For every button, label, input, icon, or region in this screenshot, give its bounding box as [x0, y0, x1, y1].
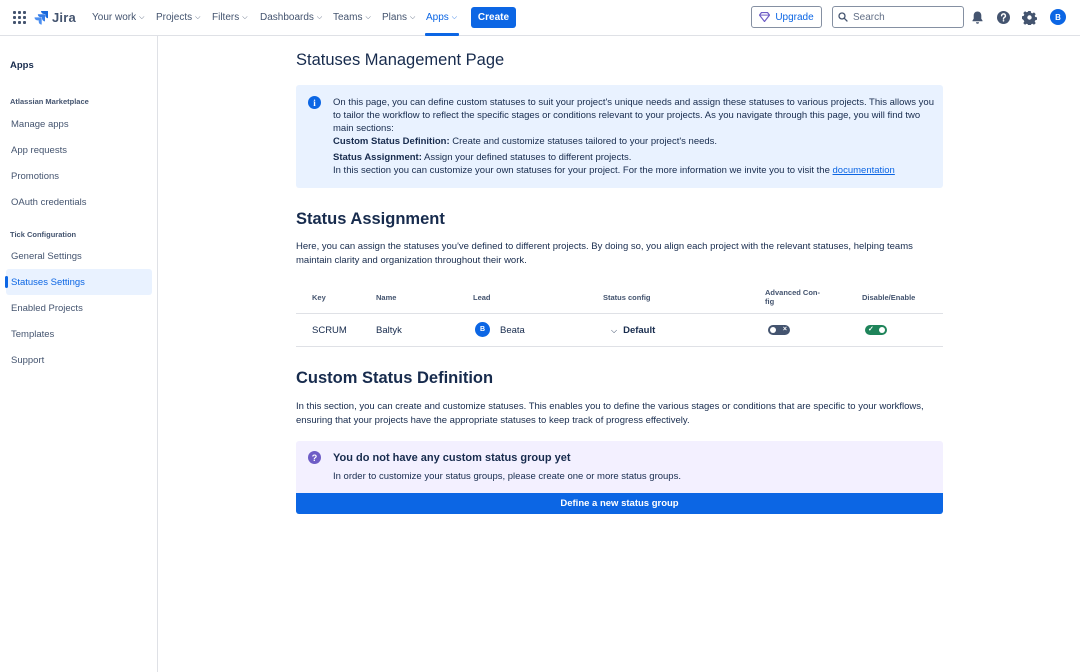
search-input[interactable]: Search	[832, 6, 964, 28]
chevron-down-icon: ⌵	[242, 13, 248, 21]
toggle-knob	[879, 327, 885, 333]
lead-avatar: B	[475, 322, 490, 337]
nav-label: Teams	[333, 12, 363, 23]
cell-key: SCRUM	[312, 325, 347, 336]
empty-state-panel: ? You do not have any custom status grou…	[296, 441, 943, 493]
notifications-icon[interactable]	[970, 10, 985, 25]
nav-label: Plans	[382, 12, 408, 23]
column-header-key: Key	[312, 293, 326, 302]
column-header-lead: Lead	[473, 293, 491, 302]
empty-state-subtitle: In order to customize your status groups…	[333, 471, 681, 482]
cell-name: Baltyk	[376, 325, 402, 336]
sidebar-title: Apps	[10, 60, 34, 71]
table-row-divider	[296, 346, 943, 347]
info-text: On this page, you can define custom stat…	[333, 96, 935, 177]
search-placeholder: Search	[853, 11, 885, 23]
nav-label: Apps	[426, 12, 449, 23]
nav-your-work[interactable]: Your work ⌵	[92, 12, 144, 23]
chevron-down-icon: ⌵	[139, 13, 145, 21]
column-header-advanced-config: Advanced Con- fig	[765, 288, 820, 306]
gem-icon	[759, 12, 771, 22]
nav-label: Your work	[92, 12, 137, 23]
column-header-advanced-config-line1: Advanced Con-	[765, 288, 821, 297]
top-navigation: Jira Your work ⌵ Projects ⌵ Filters ⌵ Dashb…	[0, 0, 1080, 36]
column-header-advanced-config-line2: fig	[765, 297, 775, 306]
sidebar-item-support[interactable]: Support	[6, 347, 152, 373]
chevron-down-icon: ⌵	[611, 325, 618, 335]
sidebar-item-statuses-settings[interactable]: Statuses Settings	[5, 269, 152, 295]
page-title: Statuses Management Page	[296, 51, 505, 69]
settings-icon[interactable]	[1022, 10, 1037, 25]
table-header-divider	[296, 313, 943, 314]
column-header-name: Name	[376, 293, 397, 302]
info-definition-text: Create and customize statuses tailored t…	[452, 136, 718, 147]
status-assignment-description: Here, you can assign the statuses you've…	[296, 241, 913, 266]
chevron-down-icon: ⌵	[365, 13, 371, 21]
status-config-select[interactable]: ⌵ Default	[611, 325, 655, 336]
nav-dashboards[interactable]: Dashboards ⌵	[260, 12, 322, 23]
custom-status-definition-description: In this section, you can create and cust…	[296, 401, 924, 426]
sidebar: Apps Atlassian Marketplace Manage apps A…	[0, 36, 158, 672]
custom-status-definition-heading: Custom Status Definition	[296, 369, 494, 387]
active-nav-indicator	[425, 33, 459, 36]
jira-logo[interactable]: Jira	[34, 10, 76, 25]
sidebar-item-manage-apps[interactable]: Manage apps	[6, 111, 152, 137]
sidebar-section-marketplace: Atlassian Marketplace	[10, 97, 89, 106]
sidebar-item-enabled-projects[interactable]: Enabled Projects	[6, 295, 152, 321]
upgrade-label: Upgrade	[775, 11, 814, 23]
sidebar-item-general-settings[interactable]: General Settings	[6, 243, 152, 269]
nav-teams[interactable]: Teams ⌵	[333, 12, 371, 23]
nav-label: Filters	[212, 12, 240, 23]
nav-apps[interactable]: Apps ⌵	[426, 12, 457, 23]
info-icon: i	[308, 96, 321, 109]
cell-lead: Beata	[500, 325, 525, 336]
check-icon: ✓	[868, 326, 874, 333]
nav-plans[interactable]: Plans ⌵	[382, 12, 415, 23]
chevron-down-icon: ⌵	[451, 13, 458, 21]
logo-text: Jira	[52, 10, 76, 25]
user-avatar[interactable]: B	[1050, 9, 1066, 25]
info-intro: On this page, you can define custom stat…	[333, 97, 935, 134]
status-config-value: Default	[623, 325, 656, 336]
cross-icon: ×	[782, 326, 787, 333]
nav-label: Projects	[156, 12, 193, 23]
define-status-group-button[interactable]: Define a new status group	[296, 493, 943, 514]
info-assignment-text: Assign your defined statuses to differen…	[423, 152, 632, 163]
info-outro: In this section you can customize your o…	[333, 165, 830, 176]
enable-toggle[interactable]: ✓	[865, 325, 887, 335]
chevron-down-icon: ⌵	[195, 13, 201, 21]
info-definition-label: Custom Status Definition:	[333, 136, 450, 147]
empty-state-title: You do not have any custom status group …	[333, 452, 571, 464]
info-panel: i On this page, you can define custom st…	[296, 85, 943, 188]
info-assignment-label: Status Assignment:	[333, 152, 422, 163]
advanced-config-toggle[interactable]: ×	[768, 325, 790, 335]
create-button[interactable]: Create	[471, 7, 516, 28]
documentation-link[interactable]: documentation	[833, 165, 895, 176]
question-icon: ?	[308, 451, 321, 464]
column-header-status-config: Status config	[603, 293, 651, 302]
chevron-down-icon: ⌵	[316, 13, 323, 21]
nav-filters[interactable]: Filters ⌵	[212, 12, 248, 23]
sidebar-item-oauth-credentials[interactable]: OAuth credentials	[6, 189, 152, 215]
upgrade-button[interactable]: Upgrade	[751, 6, 822, 28]
chevron-down-icon: ⌵	[410, 13, 416, 21]
sidebar-item-templates[interactable]: Templates	[6, 321, 152, 347]
sidebar-item-app-requests[interactable]: App requests	[6, 137, 152, 163]
toggle-knob	[770, 327, 776, 333]
app-switcher-icon[interactable]	[13, 11, 26, 24]
column-header-disable-enable: Disable/Enable	[862, 293, 916, 302]
search-icon	[838, 12, 848, 22]
nav-projects[interactable]: Projects ⌵	[156, 12, 200, 23]
nav-label: Dashboards	[260, 12, 314, 23]
jira-logo-icon	[34, 11, 48, 25]
sidebar-item-promotions[interactable]: Promotions	[6, 163, 152, 189]
help-icon[interactable]	[996, 10, 1011, 25]
status-assignment-heading: Status Assignment	[296, 210, 445, 228]
sidebar-section-tick-configuration: Tick Configuration	[10, 230, 77, 239]
